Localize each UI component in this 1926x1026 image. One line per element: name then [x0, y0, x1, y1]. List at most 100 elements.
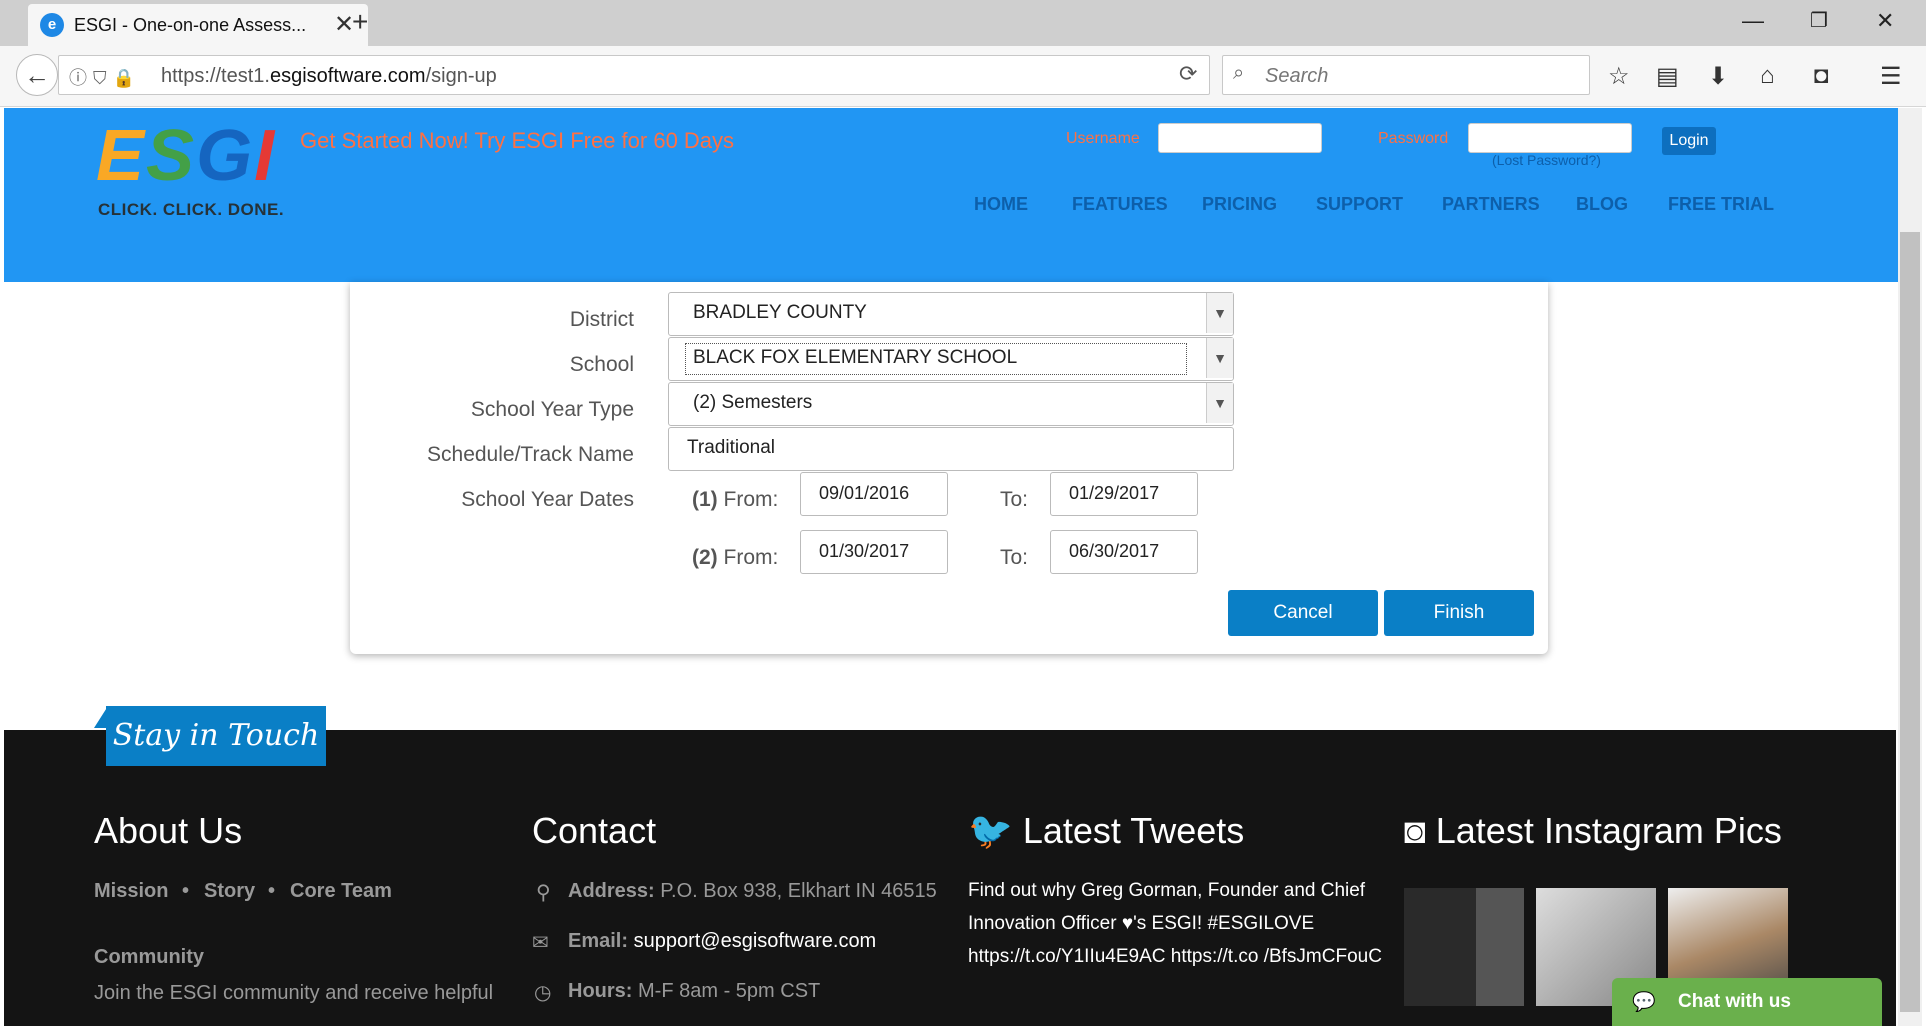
school-label: School	[569, 353, 634, 376]
chevron-down-icon[interactable]: ▼	[1206, 293, 1233, 333]
site-header: ESGI CLICK. CLICK. DONE. Get Started Now…	[4, 108, 1898, 282]
new-tab-icon[interactable]: +	[352, 6, 368, 38]
back-arrow-icon[interactable]: ←	[16, 54, 58, 96]
period-1-to-label: To:	[1000, 488, 1029, 511]
instagram-photo-1[interactable]	[1404, 888, 1524, 1006]
chat-with-us-button[interactable]: 💬 Chat with us	[1612, 978, 1882, 1026]
lock-icon: 🔒	[112, 68, 141, 88]
period-2-to-input[interactable]: 06/30/2017	[1050, 530, 1198, 574]
tab-title: ESGI - One-on-one Assess...	[74, 15, 307, 35]
logo-letters: ESGI	[96, 116, 277, 196]
period-2-from-input[interactable]: 01/30/2017	[800, 530, 948, 574]
nav-support[interactable]: SUPPORT	[1316, 194, 1403, 215]
promo-text[interactable]: Get Started Now! Try ESGI Free for 60 Da…	[300, 128, 734, 154]
finish-button[interactable]: Finish	[1384, 590, 1534, 636]
mission-link[interactable]: Mission	[94, 880, 168, 903]
period-2-label: (2) From:	[692, 546, 779, 569]
site-info-icons[interactable]: ⓘ⛉🔒	[69, 64, 141, 90]
chat-bubble-icon: 💬	[1632, 992, 1656, 1013]
reload-icon[interactable]: ⟳	[1179, 61, 1197, 87]
password-input[interactable]	[1468, 123, 1632, 153]
url-text: https://test1.esgisoftware.com/sign-up	[161, 65, 497, 87]
chevron-down-icon[interactable]: ▼	[1206, 383, 1233, 423]
period-2-to-value: 06/30/2017	[1069, 541, 1160, 561]
nav-free-trial[interactable]: FREE TRIAL	[1668, 194, 1774, 215]
menu-icon[interactable]: ☰	[1880, 62, 1902, 91]
map-marker-icon: ⚲	[536, 882, 551, 904]
email-link[interactable]: support@esgisoftware.com	[634, 930, 877, 952]
login-button[interactable]: Login	[1662, 127, 1716, 155]
home-icon[interactable]: ⌂	[1760, 62, 1775, 90]
tracking-shield-icon: ⛉	[93, 68, 113, 88]
lost-password-link[interactable]: (Lost Password?)	[1492, 152, 1601, 168]
instagram-heading: ◙ Latest Instagram Pics	[1404, 810, 1782, 851]
logo-tagline: CLICK. CLICK. DONE.	[98, 200, 285, 219]
nav-pricing[interactable]: PRICING	[1202, 194, 1277, 215]
signup-form-card: District BRADLEY COUNTY ▼ School BLACK F…	[350, 282, 1548, 654]
nav-partners[interactable]: PARTNERS	[1442, 194, 1540, 215]
search-bar[interactable]: ⌕ Search	[1222, 55, 1590, 95]
period-1-from-value: 09/01/2016	[819, 483, 910, 503]
period-1-to-input[interactable]: 01/29/2017	[1050, 472, 1198, 516]
stay-in-touch-banner: Stay in Touch	[106, 706, 326, 766]
track-name-label: Schedule/Track Name	[427, 443, 634, 466]
username-label: Username	[1066, 130, 1140, 147]
restore-icon[interactable]: ❐	[1810, 8, 1828, 33]
url-bar[interactable]: ⓘ⛉🔒 https://test1.esgisoftware.com/sign-…	[58, 55, 1210, 95]
username-input[interactable]	[1158, 123, 1322, 153]
track-name-value: Traditional	[687, 437, 776, 458]
school-year-type-select[interactable]: (2) Semesters ▼	[668, 382, 1234, 426]
district-value: BRADLEY COUNTY	[693, 302, 867, 323]
period-1-label: (1) From:	[692, 488, 779, 511]
latest-tweets-heading: 🐦 Latest Tweets	[968, 810, 1245, 851]
scrollbar-thumb[interactable]	[1900, 232, 1920, 1012]
bookmark-star-icon[interactable]: ☆	[1608, 62, 1630, 91]
school-select[interactable]: BLACK FOX ELEMENTARY SCHOOL ▼	[668, 337, 1234, 381]
reading-list-icon[interactable]: ▤	[1656, 62, 1679, 91]
password-label: Password	[1378, 130, 1449, 147]
district-select[interactable]: BRADLEY COUNTY ▼	[668, 292, 1234, 336]
search-icon: ⌕	[1233, 62, 1245, 84]
search-placeholder: Search	[1265, 65, 1329, 87]
nav-features[interactable]: FEATURES	[1072, 194, 1168, 215]
track-name-input[interactable]: Traditional	[668, 427, 1234, 471]
contact-heading: Contact	[532, 810, 657, 851]
link-separator: •	[182, 880, 190, 902]
community-text: Join the ESGI community and receive help…	[94, 982, 494, 1004]
window-close-icon[interactable]: ✕	[1876, 8, 1894, 34]
download-icon[interactable]: ⬇	[1708, 62, 1728, 91]
link-separator: •	[268, 880, 276, 902]
chat-label: Chat with us	[1678, 991, 1791, 1012]
minimize-icon[interactable]: —	[1742, 8, 1764, 34]
period-2-to-label: To:	[1000, 546, 1029, 569]
tweet-text[interactable]: Find out why Greg Gorman, Founder and Ch…	[968, 874, 1388, 973]
contact-email: Email: support@esgisoftware.com	[568, 930, 877, 952]
period-2-from-value: 01/30/2017	[819, 541, 910, 561]
nav-blog[interactable]: BLOG	[1576, 194, 1628, 215]
community-heading: Community	[94, 946, 204, 968]
browser-tab-bar: e ESGI - One-on-one Assess... ✕ + — ❐ ✕	[0, 0, 1926, 46]
envelope-icon: ✉	[532, 932, 549, 954]
browser-nav-bar: ← ⓘ⛉🔒 https://test1.esgisoftware.com/sig…	[0, 46, 1926, 107]
contact-address: Address: P.O. Box 938, Elkhart IN 46515	[568, 880, 937, 902]
cancel-button[interactable]: Cancel	[1228, 590, 1378, 636]
school-year-dates-label: School Year Dates	[461, 488, 634, 511]
instagram-icon: ◙	[1404, 810, 1426, 851]
pocket-icon[interactable]: ◘	[1814, 62, 1829, 90]
esgi-logo[interactable]: ESGI CLICK. CLICK. DONE.	[96, 116, 284, 219]
story-link[interactable]: Story	[204, 880, 255, 903]
nav-home[interactable]: HOME	[974, 194, 1028, 215]
contact-hours: Hours: M-F 8am - 5pm CST	[568, 980, 821, 1002]
browser-tab[interactable]: e ESGI - One-on-one Assess... ✕	[28, 4, 368, 46]
core-team-link[interactable]: Core Team	[290, 880, 392, 903]
period-1-to-value: 01/29/2017	[1069, 483, 1160, 503]
school-year-type-label: School Year Type	[470, 398, 634, 421]
twitter-icon: 🐦	[968, 810, 1013, 851]
period-1-from-input[interactable]: 09/01/2016	[800, 472, 948, 516]
chevron-down-icon[interactable]: ▼	[1206, 338, 1233, 378]
school-year-type-value: (2) Semesters	[693, 392, 813, 413]
school-value: BLACK FOX ELEMENTARY SCHOOL	[693, 347, 1018, 368]
esgi-favicon-icon: e	[40, 13, 64, 37]
clock-icon: ◷	[534, 982, 552, 1004]
about-us-heading: About Us	[94, 810, 243, 851]
